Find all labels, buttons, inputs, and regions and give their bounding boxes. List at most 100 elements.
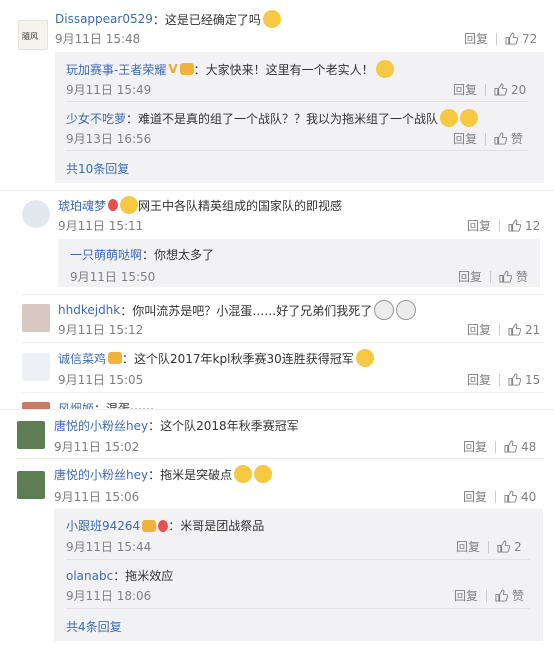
thumb-up-icon[interactable]: [505, 32, 519, 45]
username[interactable]: 小跟班94264: [66, 517, 140, 534]
actions: 回复 15: [467, 371, 540, 388]
avatar[interactable]: [17, 421, 45, 449]
like-count[interactable]: 72: [522, 32, 537, 46]
separator: [499, 323, 501, 336]
like-count[interactable]: 40: [521, 490, 536, 504]
timestamp: 9月11日 15:02: [54, 440, 140, 454]
reply-button[interactable]: 回复: [453, 81, 477, 98]
reply-button[interactable]: 回复: [453, 130, 477, 147]
thumb-up-icon[interactable]: [497, 540, 511, 553]
thumb-up-icon[interactable]: [494, 132, 508, 145]
username[interactable]: 玩加赛事-王者荣耀: [66, 61, 166, 78]
smug-face-emoji-icon: [375, 60, 394, 78]
thumb-up-icon[interactable]: [495, 589, 509, 602]
level-badge-icon: [179, 63, 194, 75]
reply-button[interactable]: 回复: [464, 30, 488, 47]
timestamp: 9月11日 15:12: [58, 323, 144, 337]
avatar[interactable]: [22, 353, 50, 381]
reply-line: olanabc ：拖米效应: [66, 567, 173, 584]
smug-face-emoji-icon: [262, 10, 281, 28]
reply-button[interactable]: 回复: [456, 538, 480, 555]
username[interactable]: Dissappear0529: [55, 12, 153, 26]
like-count[interactable]: 赞: [511, 130, 523, 147]
actions: 回复 赞: [453, 130, 523, 147]
reply-line: 小跟班94264 ：米哥是团战祭品: [66, 517, 264, 534]
comment-text: ：这个队2017年kpl秋季赛30连胜获得冠军: [122, 351, 354, 366]
crazy-face-emoji-icon: [374, 300, 395, 320]
thumb-up-icon[interactable]: [494, 83, 508, 96]
username[interactable]: 少女不吃萝: [66, 110, 126, 127]
separator: [488, 540, 490, 553]
comment-text: ：大家快来！这里有一个老实人！: [193, 62, 374, 77]
actions: 回复 2: [456, 538, 522, 555]
thumb-up-icon[interactable]: [508, 219, 522, 232]
avatar[interactable]: [17, 471, 45, 499]
actions: 回复 赞: [458, 268, 528, 285]
svg-text:隨风: 隨风: [22, 31, 38, 41]
crazy-face-emoji-icon: [396, 300, 417, 320]
separator: [486, 589, 488, 602]
like-count[interactable]: 21: [525, 323, 540, 337]
username[interactable]: 琥珀魂梦: [58, 197, 106, 214]
comment-text: ：这个队2018年秋季赛冠军: [148, 419, 299, 433]
comment-text: ：拖米效应: [113, 569, 174, 583]
laugh-cry-emoji-icon: [460, 109, 479, 127]
actions: 回复 20: [453, 81, 526, 98]
laugh-cry-emoji-icon: [440, 109, 459, 127]
thumb-up-icon[interactable]: [504, 490, 518, 503]
timestamp: 9月13日 16:56: [66, 132, 152, 146]
like-count[interactable]: 20: [511, 83, 526, 97]
comment-line: 诚信菜鸡 ：这个队2017年kpl秋季赛30连胜获得冠军: [58, 349, 374, 367]
timestamp: 9月11日 15:06: [54, 490, 140, 504]
more-replies-link[interactable]: 共4条回复: [66, 618, 122, 635]
username[interactable]: 一只萌萌哒啊: [70, 246, 142, 263]
comment-line: hhdkejdhk ：你叫流苏是吧？小混蛋……好了兄弟们我死了: [58, 300, 417, 320]
username[interactable]: 诚信菜鸡: [58, 350, 106, 367]
comment-text: ：你想太多了: [142, 248, 215, 262]
balloon-badge-icon: [108, 199, 119, 211]
reply-line: 玩加赛事-王者荣耀 V ：大家快来！这里有一个老实人！: [66, 60, 394, 78]
reply-button[interactable]: 回复: [463, 488, 487, 505]
username[interactable]: hhdkejdhk: [58, 303, 120, 317]
reply-button[interactable]: 回复: [467, 371, 491, 388]
like-count[interactable]: 赞: [516, 268, 528, 285]
thumb-up-icon[interactable]: [504, 440, 518, 453]
comment-text: ：难道不是真的组了一个战队？？我以为拖米组了一个战队: [126, 111, 439, 126]
like-count[interactable]: 15: [525, 373, 540, 387]
actions: 回复 48: [463, 438, 536, 455]
reply-button[interactable]: 回复: [458, 268, 482, 285]
timestamp: 9月11日 15:49: [66, 83, 152, 97]
separator: [495, 490, 497, 503]
reply-button[interactable]: 回复: [454, 587, 478, 604]
separator: [499, 219, 501, 232]
actions: 回复 21: [467, 321, 540, 338]
balloon-badge-icon: [158, 519, 169, 532]
username[interactable]: 唐悦的小粉丝hey: [54, 466, 148, 483]
level-badge-icon: [108, 352, 123, 364]
laugh-cry-emoji-icon: [355, 349, 374, 367]
thumb-up-icon[interactable]: [508, 373, 522, 386]
timestamp: 9月11日 15:50: [70, 270, 156, 284]
thumb-up-icon[interactable]: [499, 270, 513, 283]
avatar[interactable]: [22, 304, 50, 332]
like-count[interactable]: 48: [521, 440, 536, 454]
reply-line: 一只萌萌哒啊 ：你想太多了: [70, 246, 214, 263]
username[interactable]: 唐悦的小粉丝hey: [54, 417, 148, 434]
like-count[interactable]: 赞: [512, 587, 524, 604]
laugh-cry-emoji-icon: [234, 465, 253, 483]
comment-text: ：拖米是突破点: [148, 467, 233, 482]
separator: [495, 440, 497, 453]
avatar[interactable]: 隨风: [18, 20, 48, 50]
like-count[interactable]: 12: [525, 219, 540, 233]
reply-button[interactable]: 回复: [463, 438, 487, 455]
username[interactable]: olanabc: [66, 569, 113, 583]
thumb-up-icon[interactable]: [508, 323, 522, 336]
timestamp: 9月11日 18:06: [66, 589, 152, 603]
reply-button[interactable]: 回复: [467, 217, 491, 234]
like-count[interactable]: 2: [514, 540, 522, 554]
actions: 回复 赞: [454, 587, 524, 604]
reply-button[interactable]: 回复: [467, 321, 491, 338]
more-replies-link[interactable]: 共10条回复: [66, 160, 129, 177]
actions: 回复 40: [463, 488, 536, 505]
avatar[interactable]: [22, 200, 50, 228]
